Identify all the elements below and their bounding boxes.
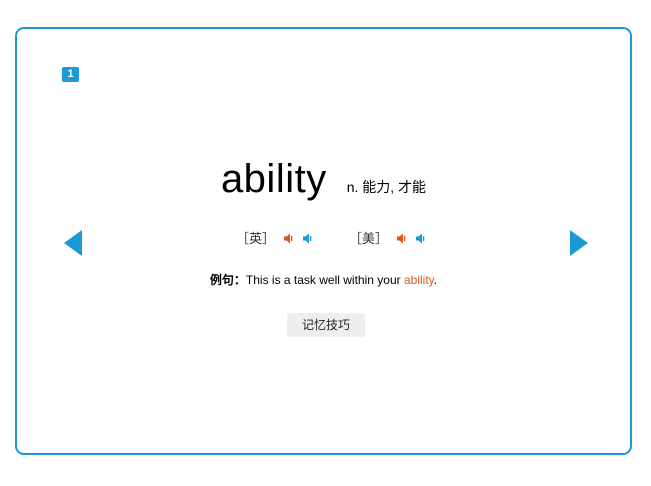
speaker-icon[interactable] <box>415 232 425 244</box>
pronunciation-us: ［美］ <box>349 228 425 247</box>
part-of-speech-meaning: n. 能力, 才能 <box>346 179 427 195</box>
speaker-icon[interactable] <box>302 232 312 244</box>
speaker-icon[interactable] <box>396 232 406 244</box>
pronunciation-uk: ［英］ <box>236 228 312 247</box>
example-text: This is a task well within your <box>245 273 404 287</box>
example-highlight: ability <box>403 273 434 287</box>
pronunciation-uk-label: ［英］ <box>236 231 276 246</box>
memory-tips-button[interactable]: 记忆技巧 <box>287 313 365 337</box>
example-end: . <box>433 273 438 287</box>
example-sentence: 例句：This is a task well within your abili… <box>17 271 630 288</box>
flashcard: 1 ability n. 能力, 才能 ［英］ ［美］ 例句：This is a… <box>15 27 632 455</box>
pronunciation-us-label: ［美］ <box>349 231 389 246</box>
pronunciation-row: ［英］ ［美］ <box>17 228 630 246</box>
word-heading: ability n. 能力, 才能 <box>17 157 630 201</box>
card-index-badge: 1 <box>62 67 79 82</box>
speaker-icon[interactable] <box>283 232 293 244</box>
word-text: ability <box>220 157 327 201</box>
example-prefix: 例句： <box>209 273 246 287</box>
